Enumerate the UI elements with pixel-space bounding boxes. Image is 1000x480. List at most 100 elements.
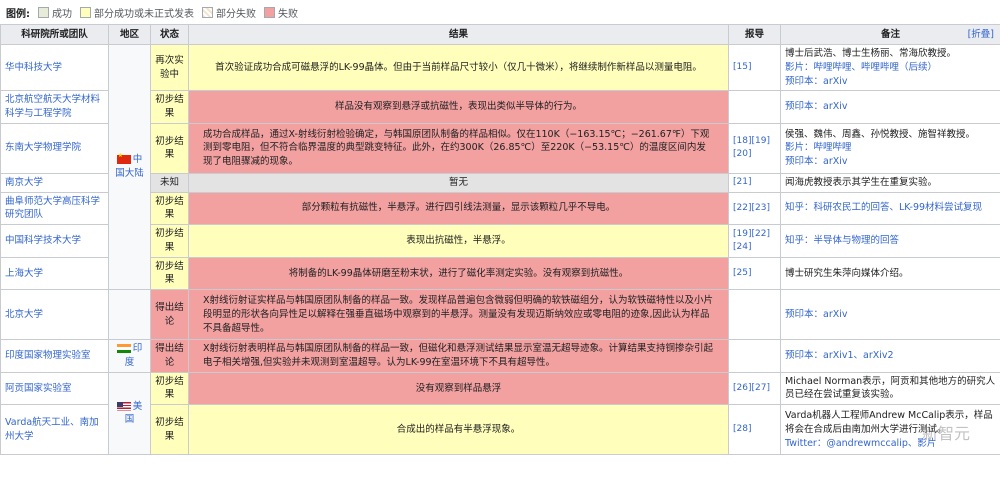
legend: 图例: 成功 部分成功或未正式发表 部分失败 失败 bbox=[0, 0, 1000, 24]
notes-link[interactable]: 预印本：arXiv bbox=[785, 100, 996, 114]
notes-link[interactable]: 知乎：半导体与物理的回答 bbox=[785, 234, 996, 248]
result-cell: 首次验证成功合成可磁悬浮的LK-99晶体。但由于当前样品尺寸较小（仅几十微米），… bbox=[188, 43, 729, 92]
header-row: 科研院所或团队 地区 状态 结果 报导 备注 [折叠] bbox=[0, 24, 1000, 45]
notes-line: 博士研究生朱萍向媒体介绍。 bbox=[785, 267, 909, 279]
region-cell-china: 中国大陆 bbox=[108, 43, 151, 291]
status-cell: 初步结果 bbox=[150, 404, 189, 456]
region-cell-blank bbox=[108, 289, 151, 341]
result-cell: 暂无 bbox=[188, 172, 729, 193]
notes-link[interactable]: Twitter：@andrewmccalip、影片 bbox=[785, 437, 996, 451]
notes-line: 博士后武浩、博士生杨丽、常海欣教授。 bbox=[785, 48, 957, 59]
notes-link[interactable]: 预印本：arXiv bbox=[785, 308, 996, 322]
notes-line: 闻海虎教授表示其学生在重复实验。 bbox=[785, 176, 938, 188]
org-link[interactable]: 印度国家物理实验室 bbox=[0, 339, 109, 373]
result-cell: 合成出的样品有半悬浮现象。 bbox=[188, 404, 729, 456]
ref-link[interactable]: [15] bbox=[728, 43, 781, 92]
table-row: 北京大学 得出结论 X射线衍射证实样品与韩国原团队制备的样品一致。发现样品普遍包… bbox=[0, 289, 1000, 341]
ref-link[interactable]: [18][19][20] bbox=[728, 122, 781, 174]
header-org[interactable]: 科研院所或团队 bbox=[0, 24, 109, 45]
usa-flag-icon bbox=[116, 401, 131, 411]
india-flag-icon bbox=[116, 344, 131, 354]
org-link[interactable]: 中国科学技术大学 bbox=[0, 224, 109, 258]
notes-cell: Varda机器人工程师Andrew McCalip表示，样品将会在合成后由南加州… bbox=[780, 404, 1000, 456]
result-cell: 将制备的LK-99晶体研磨至粉末状，进行了磁化率测定实验。没有观察到抗磁性。 bbox=[188, 256, 729, 291]
notes-cell: 预印本：arXiv bbox=[780, 289, 1000, 341]
ref-link[interactable]: [22][23] bbox=[728, 191, 781, 226]
ref-link[interactable]: [28] bbox=[728, 404, 781, 456]
notes-link[interactable]: 知乎：科研农民工的回答、LK-99材料尝试复现 bbox=[785, 201, 996, 215]
ref-link[interactable] bbox=[728, 339, 781, 373]
legend-label-partial-success: 部分成功或未正式发表 bbox=[94, 8, 194, 20]
legend-label-fail: 失败 bbox=[278, 8, 298, 20]
status-cell: 初步结果 bbox=[150, 371, 189, 406]
org-link[interactable]: 东南大学物理学院 bbox=[0, 122, 109, 174]
region-cell-usa: 美国 bbox=[108, 371, 151, 456]
ref-link[interactable]: [19][22][24] bbox=[728, 224, 781, 258]
result-cell: 样品没有观察到悬浮或抗磁性，表现出类似半导体的行为。 bbox=[188, 90, 729, 124]
legend-title: 图例: bbox=[6, 8, 30, 20]
table-row: 阿贡国家实验室 美国 初步结果 没有观察到样品悬浮 [26][27] Micha… bbox=[0, 371, 1000, 456]
status-cell: 初步结果 bbox=[150, 191, 189, 226]
header-ref[interactable]: 报导 bbox=[728, 24, 781, 45]
notes-link[interactable]: 影片：哔哩哔哩 bbox=[785, 141, 996, 155]
notes-line: 侯强、魏伟、周鑫、孙悦教授、施智祥教授。 bbox=[785, 128, 976, 140]
header-region[interactable]: 地区 bbox=[108, 24, 151, 45]
result-cell: 没有观察到样品悬浮 bbox=[188, 371, 729, 406]
org-link[interactable]: 南京大学 bbox=[0, 172, 109, 193]
status-cell: 初步结果 bbox=[150, 90, 189, 124]
china-flag-icon bbox=[116, 152, 131, 165]
legend-label-partial-fail: 部分失败 bbox=[216, 8, 256, 20]
ref-link[interactable] bbox=[728, 90, 781, 124]
table-row: 上海大学 初步结果 将制备的LK-99晶体研磨至粉末状，进行了磁化率测定实验。没… bbox=[0, 256, 1000, 291]
legend-swatch-success bbox=[38, 6, 49, 18]
org-link[interactable]: 上海大学 bbox=[0, 256, 109, 291]
result-cell: 部分颗粒有抗磁性，半悬浮。进行四引线法测量，显示该颗粒几乎不导电。 bbox=[188, 191, 729, 226]
table-row: Varda航天工业、南加州大学 初步结果 合成出的样品有半悬浮现象。 [28] … bbox=[0, 404, 1000, 456]
notes-link[interactable]: 预印本：arXiv1、arXiv2 bbox=[785, 349, 996, 363]
legend-swatch-fail bbox=[264, 6, 275, 18]
status-cell: 得出结论 bbox=[150, 339, 189, 373]
ref-link[interactable]: [26][27] bbox=[728, 371, 781, 406]
header-notes[interactable]: 备注 [折叠] bbox=[780, 24, 1000, 45]
header-status[interactable]: 状态 bbox=[150, 24, 189, 45]
legend-swatch-partial-success bbox=[80, 6, 91, 18]
ref-link[interactable] bbox=[728, 289, 781, 341]
legend-swatch-partial-fail bbox=[202, 6, 213, 18]
org-link[interactable]: 阿贡国家实验室 bbox=[0, 371, 109, 406]
org-link[interactable]: Varda航天工业、南加州大学 bbox=[0, 404, 109, 456]
header-result[interactable]: 结果 bbox=[188, 24, 729, 45]
notes-cell: Michael Norman表示，阿贡和其他地方的研究人员已经在尝试重复该实验。 bbox=[780, 371, 1000, 406]
notes-cell: 闻海虎教授表示其学生在重复实验。 bbox=[780, 172, 1000, 193]
result-cell: 表现出抗磁性，半悬浮。 bbox=[188, 224, 729, 258]
table-row: 印度国家物理实验室 印度 得出结论 X射线衍射表明样品与韩国原团队制备的样品一致… bbox=[0, 339, 1000, 373]
org-link[interactable]: 北京航空航天大学材料科学与工程学院 bbox=[0, 90, 109, 124]
notes-link[interactable]: 预印本：arXiv bbox=[785, 75, 996, 89]
org-link[interactable]: 北京大学 bbox=[0, 289, 109, 341]
status-cell: 再次实验中 bbox=[150, 43, 189, 92]
notes-cell: 博士研究生朱萍向媒体介绍。 bbox=[780, 256, 1000, 291]
region-cell-india: 印度 bbox=[108, 339, 151, 373]
org-link[interactable]: 华中科技大学 bbox=[0, 43, 109, 92]
table-row: 北京航空航天大学材料科学与工程学院 初步结果 样品没有观察到悬浮或抗磁性，表现出… bbox=[0, 90, 1000, 124]
status-cell: 初步结果 bbox=[150, 224, 189, 258]
status-cell: 初步结果 bbox=[150, 256, 189, 291]
notes-line: Varda机器人工程师Andrew McCalip表示，样品将会在合成后由南加州… bbox=[785, 410, 993, 435]
notes-link[interactable]: 影片：哔哩哔哩、哔哩哔哩（后续） bbox=[785, 61, 996, 75]
notes-cell: 预印本：arXiv bbox=[780, 90, 1000, 124]
notes-link[interactable]: 预印本：arXiv bbox=[785, 155, 996, 169]
legend-label-success: 成功 bbox=[52, 8, 72, 20]
table-row: 曲阜师范大学高压科学研究团队 初步结果 部分颗粒有抗磁性，半悬浮。进行四引线法测… bbox=[0, 191, 1000, 226]
notes-line: Michael Norman表示，阿贡和其他地方的研究人员已经在尝试重复该实验。 bbox=[785, 375, 996, 401]
result-cell: X射线衍射表明样品与韩国原团队制备的样品一致，但磁化和悬浮测试结果显示室温无超导… bbox=[188, 339, 729, 373]
notes-cell: 博士后武浩、博士生杨丽、常海欣教授。 影片：哔哩哔哩、哔哩哔哩（后续） 预印本：… bbox=[780, 43, 1000, 92]
collapse-toggle[interactable]: [折叠] bbox=[968, 28, 994, 42]
table-row: 中国科学技术大学 初步结果 表现出抗磁性，半悬浮。 [19][22][24] 知… bbox=[0, 224, 1000, 258]
notes-cell: 知乎：半导体与物理的回答 bbox=[780, 224, 1000, 258]
result-cell: 成功合成样品，通过X-射线衍射检验确定，与韩国原团队制备的样品相似。仅在110K… bbox=[188, 122, 729, 174]
header-notes-label: 备注 bbox=[880, 28, 900, 40]
ref-link[interactable]: [21] bbox=[728, 172, 781, 193]
ref-link[interactable]: [25] bbox=[728, 256, 781, 291]
notes-cell: 侯强、魏伟、周鑫、孙悦教授、施智祥教授。 影片：哔哩哔哩 预印本：arXiv bbox=[780, 122, 1000, 174]
org-link[interactable]: 曲阜师范大学高压科学研究团队 bbox=[0, 191, 109, 226]
table-row: 华中科技大学 中国大陆 再次实验中 首次验证成功合成可磁悬浮的LK-99晶体。但… bbox=[0, 43, 1000, 291]
